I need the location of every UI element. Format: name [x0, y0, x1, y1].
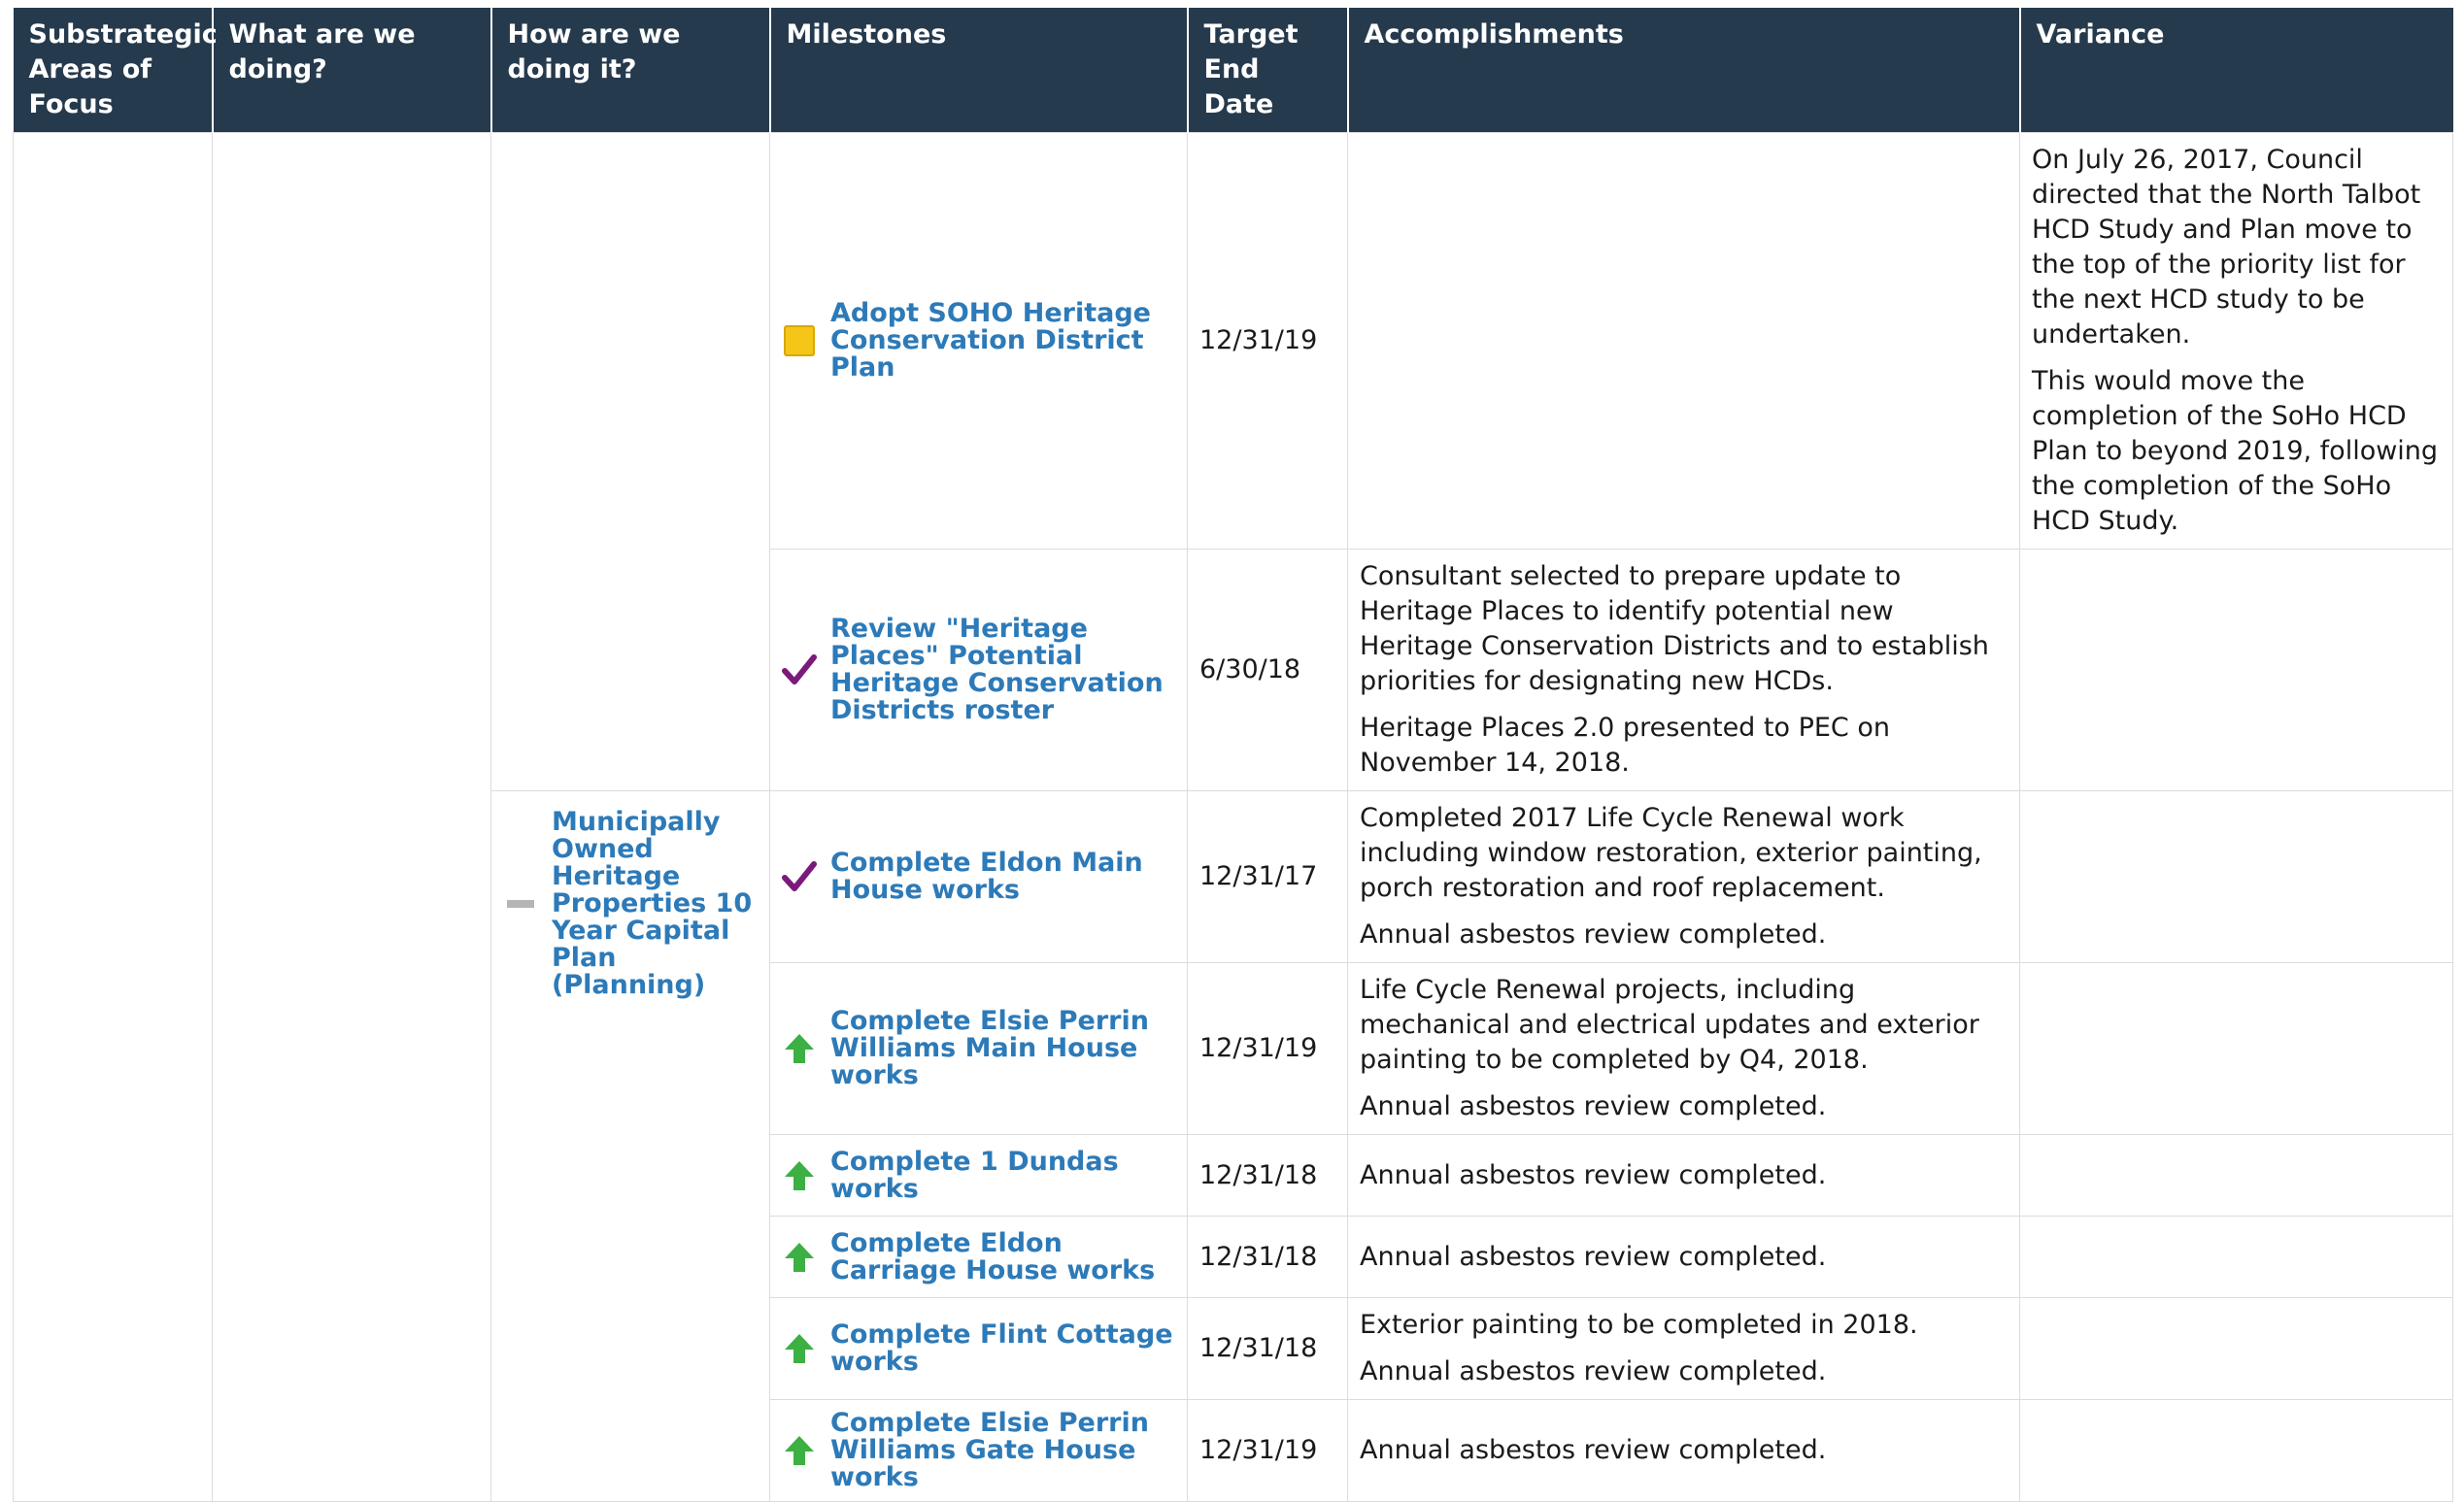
target-date: 12/31/18: [1187, 1134, 1348, 1217]
accomplishments-cell: Annual asbestos review completed.: [1347, 1216, 2020, 1298]
program-link[interactable]: Municipally Owned Heritage Properties 10…: [552, 809, 758, 999]
accomplishments-cell: Annual asbestos review completed.: [1347, 1399, 2020, 1502]
variance-cell: [2019, 1134, 2453, 1217]
how-cell-empty: [490, 132, 770, 791]
target-date: 12/31/19: [1187, 132, 1348, 550]
milestone-link[interactable]: Complete 1 Dundas works: [830, 1148, 1175, 1203]
up-arrow-icon: [782, 1240, 817, 1275]
milestone-item: Complete Flint Cottage works: [782, 1321, 1175, 1376]
variance-text: On July 26, 2017, Council directed that …: [2032, 145, 2421, 350]
milestone-cell: Complete Eldon Carriage House works: [769, 1216, 1188, 1298]
milestone-cell: Complete Elsie Perrin Williams Gate Hous…: [769, 1399, 1188, 1502]
checkmark-icon: [782, 859, 817, 894]
milestone-item: Complete Eldon Carriage House works: [782, 1229, 1175, 1285]
target-date: 12/31/19: [1187, 962, 1348, 1135]
program-cell: Municipally Owned Heritage Properties 10…: [490, 790, 770, 1502]
milestones-table: Substrategic Areas of Focus What are we …: [13, 8, 2453, 1502]
header-how: How are we doing it?: [489, 8, 770, 133]
target-date: 12/31/18: [1187, 1297, 1348, 1400]
accomplishment-text: Consultant selected to prepare update to…: [1360, 561, 1989, 696]
target-date: 12/31/19: [1187, 1399, 1348, 1502]
accomplishments-cell: Completed 2017 Life Cycle Renewal work i…: [1347, 790, 2020, 963]
accomplishments-cell: [1347, 132, 2020, 550]
target-date: 12/31/17: [1187, 790, 1348, 963]
milestone-item: Review "Heritage Places" Potential Herit…: [782, 616, 1175, 724]
substrategic-cell: [13, 132, 213, 1502]
target-date: 12/31/18: [1187, 1216, 1348, 1298]
milestone-cell: Adopt SOHO Heritage Conservation Distric…: [769, 132, 1188, 550]
milestone-item: Complete Eldon Main House works: [782, 850, 1175, 904]
milestone-item: Complete Elsie Perrin Williams Gate Hous…: [782, 1410, 1175, 1491]
accomplishment-text: Annual asbestos review completed.: [1360, 1435, 1827, 1465]
accomplishment-text: Completed 2017 Life Cycle Renewal work i…: [1360, 803, 1982, 903]
variance-cell: [2019, 1216, 2453, 1298]
header-what: What are we doing?: [211, 8, 491, 133]
milestone-cell: Complete Elsie Perrin Williams Main Hous…: [769, 962, 1188, 1135]
milestone-link[interactable]: Complete Eldon Main House works: [830, 850, 1175, 904]
accomplishment-text: Heritage Places 2.0 presented to PEC on …: [1360, 713, 1890, 778]
milestone-cell: Review "Heritage Places" Potential Herit…: [769, 549, 1188, 791]
header-accomplishments: Accomplishments: [1346, 8, 2020, 133]
milestone-link[interactable]: Adopt SOHO Heritage Conservation Distric…: [830, 300, 1175, 382]
header-variance: Variance: [2018, 8, 2453, 133]
milestone-link[interactable]: Complete Elsie Perrin Williams Gate Hous…: [830, 1410, 1175, 1491]
variance-cell: [2019, 549, 2453, 791]
what-cell: [212, 132, 491, 1502]
milestone-link[interactable]: Complete Eldon Carriage House works: [830, 1229, 1175, 1285]
accomplishment-text: Annual asbestos review completed.: [1360, 1159, 1827, 1190]
up-arrow-icon: [782, 1433, 817, 1468]
accomplishment-text: Life Cycle Renewal projects, including m…: [1360, 975, 1979, 1075]
header-substrategic: Substrategic Areas of Focus: [13, 8, 218, 133]
milestone-link[interactable]: Complete Flint Cottage works: [830, 1321, 1175, 1376]
milestone-cell: Complete 1 Dundas works: [769, 1134, 1188, 1217]
variance-cell: [2019, 1399, 2453, 1502]
variance-cell: [2019, 1297, 2453, 1400]
milestone-cell: Complete Eldon Main House works: [769, 790, 1188, 963]
accomplishment-text: Exterior painting to be completed in 201…: [1360, 1310, 1918, 1340]
dash-icon: [503, 886, 538, 921]
header-milestones: Milestones: [768, 8, 1188, 133]
variance-text: This would move the completion of the So…: [2032, 366, 2439, 536]
accomplishment-text: Annual asbestos review completed.: [1360, 1091, 1827, 1121]
variance-cell: [2019, 962, 2453, 1135]
milestone-item: Adopt SOHO Heritage Conservation Distric…: [782, 300, 1175, 382]
program-item: Municipally Owned Heritage Properties 10…: [503, 809, 758, 999]
up-arrow-icon: [782, 1158, 817, 1193]
accomplishment-text: Annual asbestos review completed.: [1360, 1356, 1827, 1386]
yellow-square-icon: [782, 323, 817, 358]
milestone-cell: Complete Flint Cottage works: [769, 1297, 1188, 1400]
milestone-item: Complete 1 Dundas works: [782, 1148, 1175, 1203]
accomplishments-cell: Exterior painting to be completed in 201…: [1347, 1297, 2020, 1400]
header-target-date: Target End Date: [1186, 8, 1348, 133]
milestone-item: Complete Elsie Perrin Williams Main Hous…: [782, 1008, 1175, 1089]
accomplishments-cell: Consultant selected to prepare update to…: [1347, 549, 2020, 791]
accomplishments-cell: Annual asbestos review completed.: [1347, 1134, 2020, 1217]
up-arrow-icon: [782, 1031, 817, 1066]
variance-cell: On July 26, 2017, Council directed that …: [2019, 132, 2453, 550]
accomplishment-text: Annual asbestos review completed.: [1360, 1241, 1827, 1272]
up-arrow-icon: [782, 1331, 817, 1366]
header-row: Substrategic Areas of Focus What are we …: [13, 8, 2453, 133]
target-date: 6/30/18: [1187, 549, 1348, 791]
accomplishments-cell: Life Cycle Renewal projects, including m…: [1347, 962, 2020, 1135]
variance-cell: [2019, 790, 2453, 963]
accomplishment-text: Annual asbestos review completed.: [1360, 919, 1827, 950]
milestone-link[interactable]: Complete Elsie Perrin Williams Main Hous…: [830, 1008, 1175, 1089]
milestone-link[interactable]: Review "Heritage Places" Potential Herit…: [830, 616, 1175, 724]
table-row: Adopt SOHO Heritage Conservation Distric…: [13, 132, 2453, 1502]
checkmark-icon: [782, 652, 817, 687]
